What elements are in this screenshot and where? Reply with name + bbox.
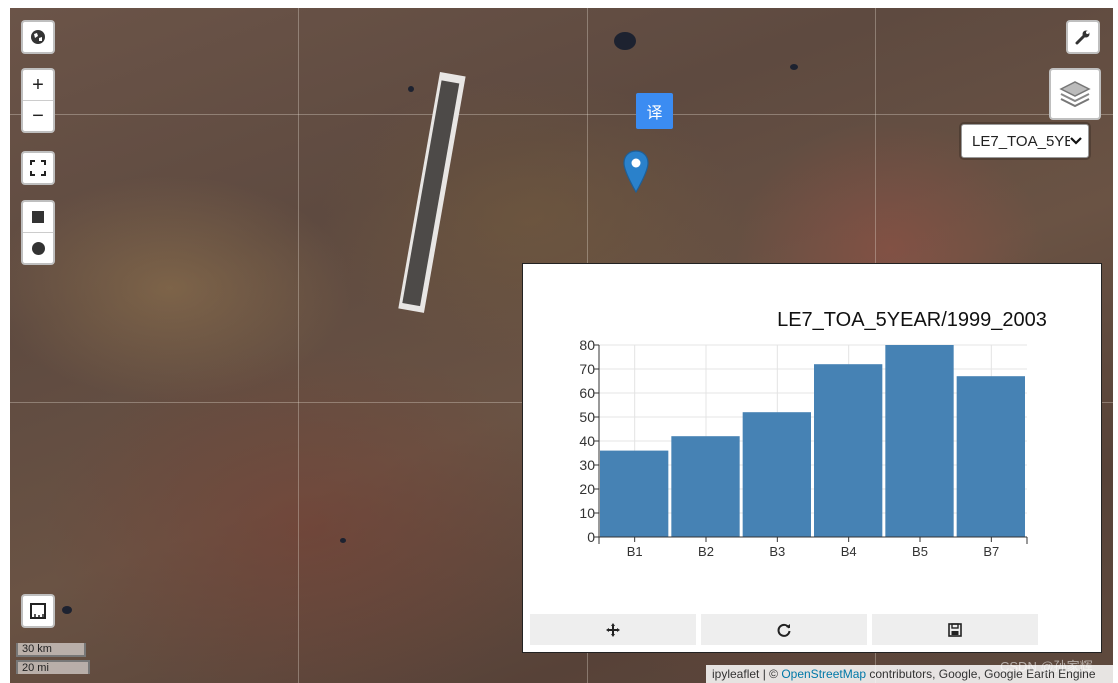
x-tick-label: B3 <box>769 544 785 559</box>
zoom-control: + − <box>21 68 55 133</box>
y-tick-label: 0 <box>587 529 595 545</box>
satellite-image-strip <box>398 72 466 313</box>
scale-metric: 30 km <box>16 643 86 657</box>
layer-dropdown[interactable]: LE7_TOA_5YEAR/1999_2003 <box>961 124 1089 158</box>
zoom-in-button[interactable]: + <box>23 70 53 100</box>
bar-B7 <box>956 376 1025 537</box>
globe-icon <box>23 22 53 52</box>
y-tick-label: 60 <box>579 385 595 401</box>
bar-B5 <box>885 345 954 537</box>
x-tick-label: B7 <box>983 544 999 559</box>
layers-icon <box>1059 81 1091 108</box>
square-icon <box>32 211 44 223</box>
y-tick-label: 20 <box>579 481 595 497</box>
lake <box>62 606 72 614</box>
save-button[interactable] <box>872 614 1038 645</box>
graticule-line <box>298 8 299 683</box>
lake <box>340 538 346 543</box>
bar-B2 <box>671 436 740 537</box>
fullscreen-button[interactable] <box>21 151 55 185</box>
x-tick-label: B5 <box>912 544 928 559</box>
y-tick-label: 70 <box>579 361 595 377</box>
chart-title: LE7_TOA_5YEAR/1999_2003 <box>777 309 1047 331</box>
y-tick-label: 10 <box>579 505 595 521</box>
y-tick-label: 80 <box>579 337 595 353</box>
y-tick-label: 40 <box>579 433 595 449</box>
draw-control <box>21 200 55 265</box>
refresh-icon <box>777 623 791 637</box>
bar-B4 <box>814 364 883 537</box>
lake <box>408 86 414 92</box>
ruler-icon <box>23 596 53 626</box>
save-icon <box>948 622 962 637</box>
wrench-icon <box>1068 22 1098 52</box>
chevron-down-icon <box>1070 137 1082 145</box>
pan-zoom-button[interactable] <box>530 614 696 645</box>
watermark: CSDN @孙家辉 <box>1000 659 1093 674</box>
translate-button[interactable]: 译 <box>636 93 673 129</box>
bar-B3 <box>742 412 811 537</box>
move-icon <box>606 622 620 637</box>
graticule-line <box>10 114 1113 115</box>
measure-button[interactable] <box>21 594 55 628</box>
layers-button[interactable] <box>1049 68 1101 120</box>
lake <box>614 32 636 50</box>
x-tick-label: B1 <box>627 544 643 559</box>
toolbar-button[interactable] <box>1066 20 1100 54</box>
attribution-prefix: ipyleaflet | © <box>712 667 782 681</box>
y-tick-label: 50 <box>579 409 595 425</box>
layer-dropdown-value: LE7_TOA_5YEAR/1999_2003 <box>972 132 1070 150</box>
x-tick-label: B2 <box>698 544 714 559</box>
basemap-button[interactable] <box>21 20 55 54</box>
chart-panel: LE7_TOA_5YEAR/1999_2003 0 10 20 30 40 50 60 70 8… <box>522 263 1102 653</box>
map-marker[interactable] <box>623 150 649 199</box>
zoom-out-button[interactable]: − <box>23 100 53 131</box>
y-tick-label: 30 <box>579 457 595 473</box>
x-tick-label: B4 <box>841 544 857 559</box>
circle-icon <box>31 241 45 255</box>
openstreetmap-link[interactable]: OpenStreetMap <box>781 667 866 681</box>
lake <box>790 64 798 70</box>
bar-B1 <box>600 450 669 537</box>
reset-button[interactable] <box>701 614 867 645</box>
map-pin-icon <box>623 150 649 194</box>
draw-rectangle-button[interactable] <box>23 202 53 232</box>
fullscreen-icon <box>23 153 53 183</box>
bar-chart: LE7_TOA_5YEAR/1999_2003 0 10 20 30 40 50 60 70 8… <box>579 309 1047 559</box>
draw-circle-button[interactable] <box>23 232 53 263</box>
scale-imperial: 20 mi <box>16 660 90 674</box>
